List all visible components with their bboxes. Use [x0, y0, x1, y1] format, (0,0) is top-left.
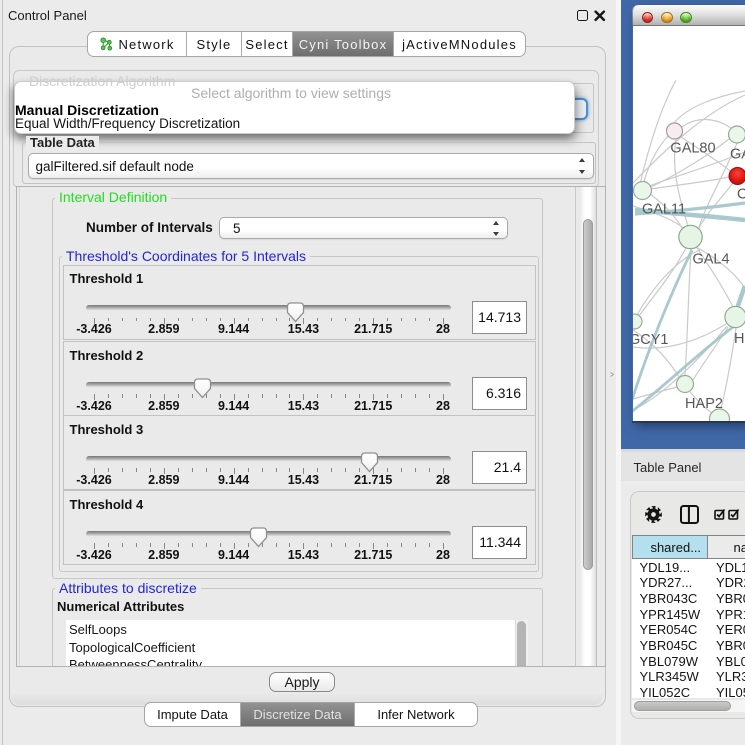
svg-text:GAL4: GAL4 [692, 252, 729, 268]
svg-text:HIS: HIS [734, 331, 745, 347]
svg-text:GCY1: GCY1 [633, 332, 669, 348]
svg-text:CY: CY [737, 187, 745, 203]
svg-text:GAL11: GAL11 [642, 202, 686, 218]
svg-text:GAL80: GAL80 [670, 141, 715, 157]
svg-text:HAP2: HAP2 [685, 396, 723, 412]
svg-text:GAL7: GAL7 [730, 147, 745, 163]
